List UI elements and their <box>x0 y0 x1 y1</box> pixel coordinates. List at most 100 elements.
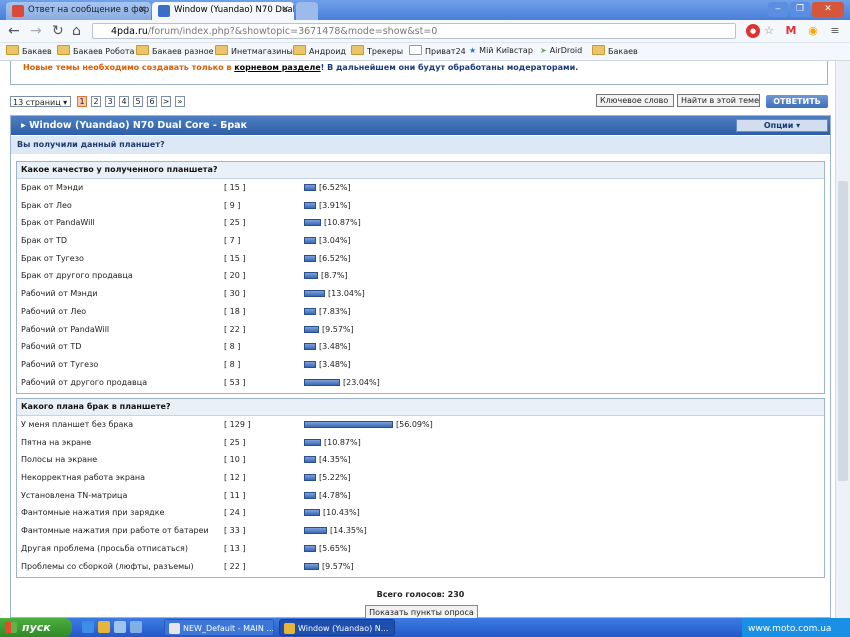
page-6[interactable]: 6 <box>147 96 157 107</box>
minimize-button[interactable]: ‒ <box>768 2 788 17</box>
close-window-button[interactable]: ✕ <box>812 2 844 17</box>
reply-button[interactable]: ОТВЕТИТЬ <box>766 95 828 108</box>
page-1[interactable]: 1 <box>77 96 87 107</box>
poll-option-percent: [6.52%] <box>319 183 351 192</box>
poll-option-count: [ 24 ] <box>224 508 246 518</box>
topic-header: ▸ Window (Yuandao) N70 Dual Core - Брак … <box>11 116 830 135</box>
bookmark-bakaev-raznoe[interactable]: Бакаев разное <box>136 45 214 58</box>
reload-icon[interactable]: ↻ <box>52 23 64 39</box>
folder-icon <box>57 45 70 55</box>
poll-option-count: [ 9 ] <box>224 200 241 210</box>
poll-row: Брак от другого продавца [ 20 ] [8.7%] <box>17 267 824 285</box>
ie-icon[interactable] <box>82 621 94 633</box>
poll-option-label: У меня планшет без брака <box>21 420 134 429</box>
taskbar-item-chrome[interactable]: Window (Yuandao) N... <box>279 619 395 636</box>
poll-row: Рабочий от PandaWill [ 22 ] [9.57%] <box>17 321 824 339</box>
poll-option-label: Брак от Тугезо <box>21 253 84 263</box>
poll-result-bar <box>304 491 316 499</box>
vertical-scrollbar[interactable] <box>835 61 850 618</box>
poll-result-bar <box>304 474 316 482</box>
poll-option-count: [ 12 ] <box>224 473 246 483</box>
poll-option-percent: [9.57%] <box>322 561 354 571</box>
poll-option-percent: [4.78%] <box>319 490 351 500</box>
close-icon[interactable]: ✕ <box>281 2 289 18</box>
poll-option-count: [ 20 ] <box>224 271 246 281</box>
poll-option-percent: [8.7%] <box>321 271 348 281</box>
page-5[interactable]: 5 <box>133 96 143 107</box>
4pda-icon <box>158 5 170 17</box>
gmail-icon[interactable]: M <box>784 24 798 38</box>
wrench-icon[interactable]: ≡ <box>828 24 842 38</box>
explorer-icon[interactable] <box>114 621 126 633</box>
star-icon[interactable]: ☆ <box>762 24 776 38</box>
page-4[interactable]: 4 <box>119 96 129 107</box>
notification-icon[interactable]: ◉ <box>806 24 820 38</box>
poll-row: Некорректная работа экрана [ 12 ] [5.22%] <box>17 469 824 487</box>
notice-text-1: Новые темы необходимо создавать только в <box>23 63 232 72</box>
close-icon[interactable]: ✕ <box>138 2 146 18</box>
poll-option-percent: [10.87%] <box>324 437 361 447</box>
bookmark-bakaev[interactable]: Бакаев <box>6 45 52 58</box>
poll-option-count: [ 129 ] <box>224 420 251 429</box>
bookmark-trekery[interactable]: Трекеры <box>351 45 403 58</box>
tab-reply-message[interactable]: Ответ на сообщение в фор ✕ <box>6 2 151 20</box>
back-arrow-icon[interactable]: ← <box>8 23 20 39</box>
options-button[interactable]: Опции ▾ <box>736 119 828 132</box>
poll-option-label: Фантомные нажатия при зарядке <box>21 508 165 518</box>
folder-icon <box>136 45 149 55</box>
home-icon[interactable]: ⌂ <box>72 23 81 39</box>
bookmark-bakaev-2[interactable]: Бакаев <box>592 45 638 58</box>
keyword-input[interactable]: Ключевое слово <box>596 94 674 107</box>
bookmark-android[interactable]: Андроид <box>293 45 346 58</box>
poll-option-label: Фантомные нажатия при работе от батареи <box>21 526 209 536</box>
show-poll-items-button[interactable]: Показать пункты опроса <box>365 605 478 618</box>
scrollbar-thumb[interactable] <box>838 181 848 481</box>
start-button[interactable]: пуск <box>0 618 72 637</box>
bookmark-airdroid[interactable]: ➤ AirDroid <box>540 45 582 57</box>
pages-dropdown[interactable]: 13 страниц ▾ <box>10 96 71 107</box>
address-bar[interactable]: 4pda.ru/forum/index.php?&showtopic=36714… <box>92 23 736 39</box>
poll-option-count: [ 11 ] <box>224 490 246 500</box>
page-2[interactable]: 2 <box>91 96 101 107</box>
new-tab-button[interactable] <box>296 2 318 20</box>
poll-option-percent: [10.87%] <box>324 218 361 228</box>
bookmark-inetmagaziny[interactable]: Инетмагазины <box>215 45 293 58</box>
next-page[interactable]: > <box>161 96 171 107</box>
bookmark-bakaev-robota[interactable]: Бакаев Робота <box>57 45 134 58</box>
forward-arrow-icon[interactable]: → <box>30 23 42 39</box>
poll-option-percent: [3.91%] <box>319 200 351 210</box>
poll-option-percent: [5.22%] <box>319 473 351 483</box>
poll-result-bar <box>304 254 316 262</box>
media-icon[interactable] <box>130 621 142 633</box>
find-in-topic-button[interactable]: Найти в этой теме <box>677 94 760 107</box>
poll-option-count: [ 25 ] <box>224 437 246 447</box>
last-page[interactable]: » <box>175 96 185 107</box>
poll-row: Брак от TD [ 7 ] [3.04%] <box>17 232 824 250</box>
poll-option-percent: [14.35%] <box>330 526 367 536</box>
bookmark-privat24[interactable]: Приват24 <box>409 45 466 58</box>
poll-result-bar <box>304 272 318 280</box>
adblock-icon[interactable]: ● <box>746 24 760 38</box>
poll-row: Пятна на экране [ 25 ] [10.87%] <box>17 434 824 452</box>
poll-option-label: Рабочий от другого продавца <box>21 377 148 387</box>
taskbar-item-default[interactable]: NEW_Default - MAIN ... <box>164 619 274 636</box>
poll-option-percent: [10.43%] <box>323 508 360 518</box>
maximize-button[interactable]: ❐ <box>790 2 810 17</box>
page-3[interactable]: 3 <box>105 96 115 107</box>
poll-option-label: Брак от Лео <box>21 200 72 210</box>
root-section-link[interactable]: корневом разделе <box>234 63 320 72</box>
poll-title: Какого плана брак в планшете? <box>17 399 824 416</box>
chrome-icon[interactable] <box>98 621 110 633</box>
windows-taskbar: пуск NEW_Default - MAIN ... Window (Yuan… <box>0 618 850 637</box>
bookmark-kyivstar[interactable]: ★ Мій Київстар <box>469 45 533 57</box>
poll-option-label: Рабочий от Тугезо <box>21 359 99 369</box>
poll-row: Брак от Тугезо [ 15 ] [6.52%] <box>17 250 824 268</box>
poll-result-bar <box>304 562 319 570</box>
tab-window-yuandao[interactable]: Window (Yuandao) N70 Dual ✕ <box>152 2 294 20</box>
poll-result-bar <box>304 237 316 245</box>
poll-option-label: Рабочий от PandaWill <box>21 324 110 334</box>
poll-result-bar <box>304 201 316 209</box>
poll-row: Брак от Мэнди [ 15 ] [6.52%] <box>17 179 824 197</box>
topic-title: ▸ Window (Yuandao) N70 Dual Core - Брак <box>21 120 248 131</box>
poll-result-bar <box>304 325 319 333</box>
